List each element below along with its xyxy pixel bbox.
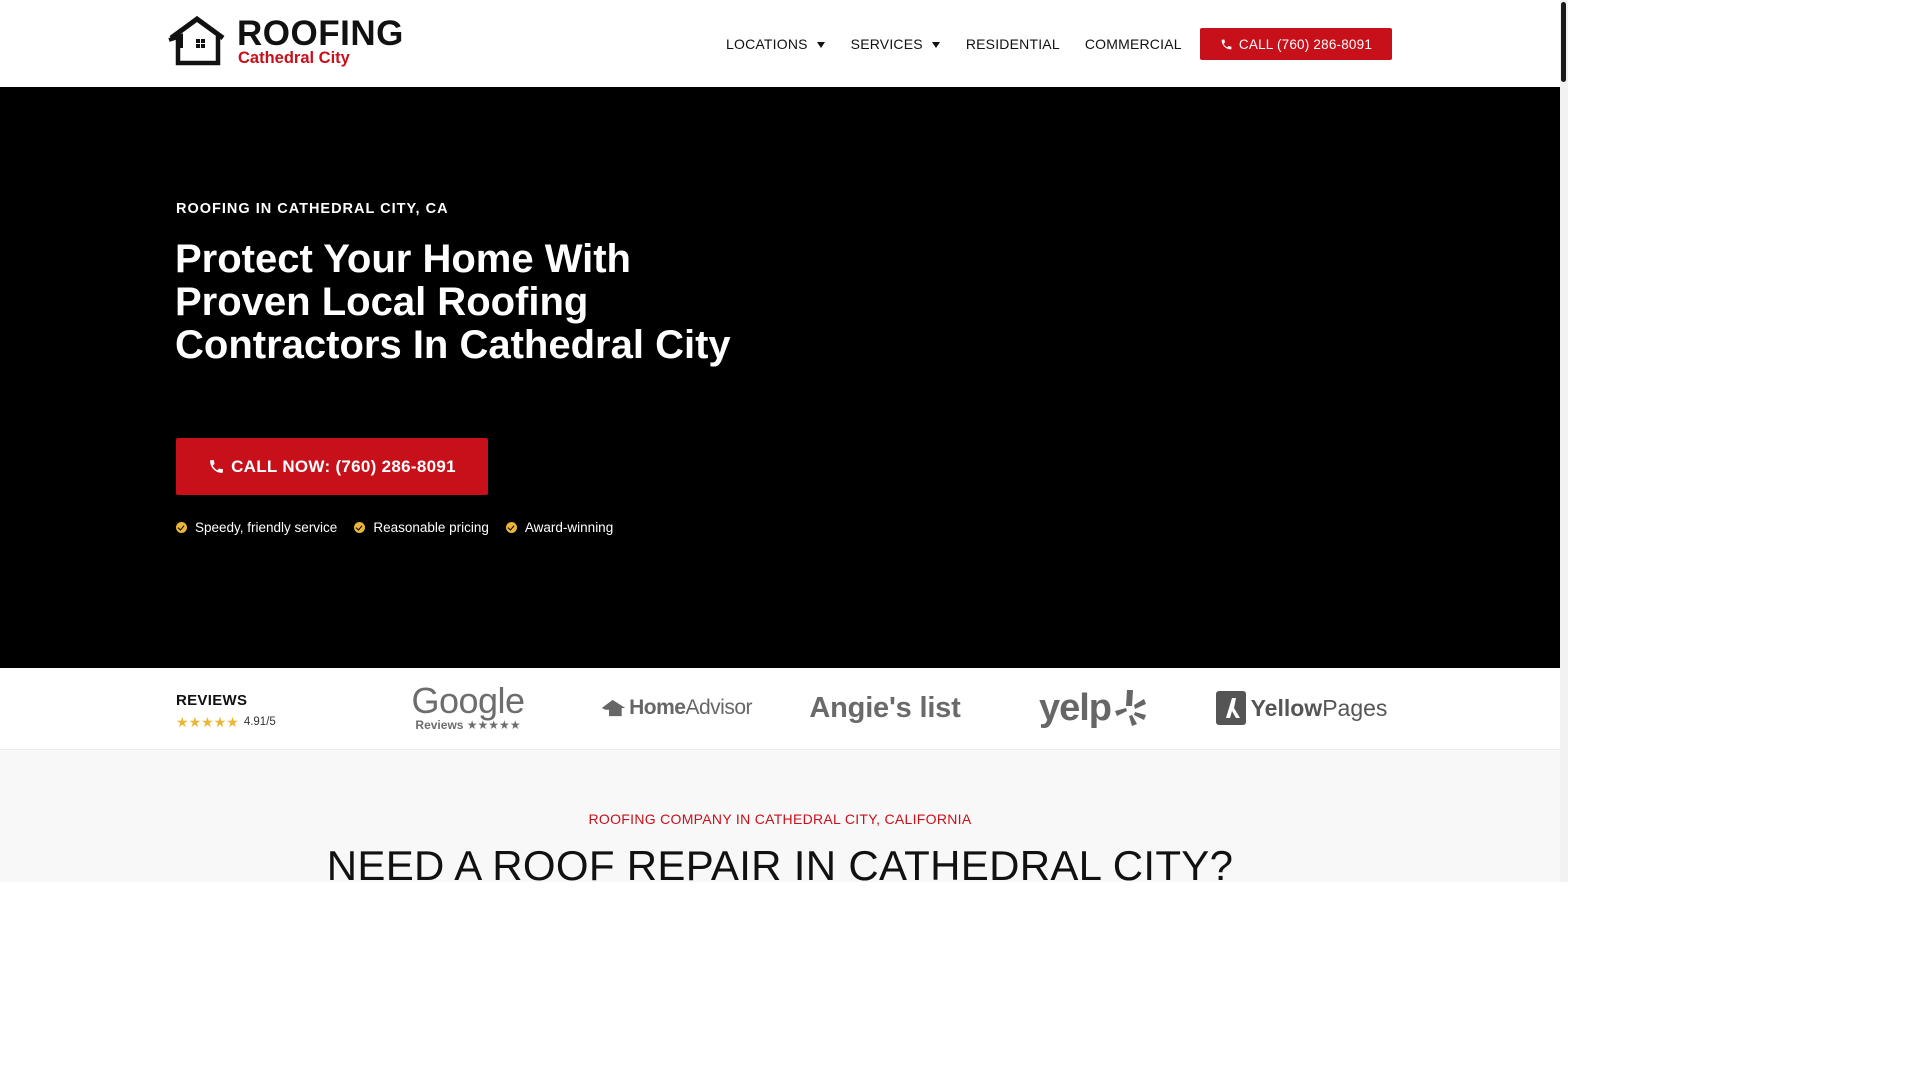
hero-eyebrow: ROOFING IN CATHEDRAL CITY, CA	[176, 201, 449, 217]
header-call-button[interactable]: CALL (760) 286-8091	[1200, 28, 1392, 60]
google-reviews-logo[interactable]: Google Reviews ★★★★★	[411, 680, 525, 734]
angies-wordmark: Angie's list	[809, 691, 961, 724]
nav-item-services[interactable]: SERVICES	[851, 36, 940, 52]
star-icon: ★	[188, 714, 202, 730]
feature-label: Award-winning	[524, 520, 614, 535]
hero-section: ROOFING IN CATHEDRAL CITY, CA Protect Yo…	[0, 87, 1560, 668]
feature-item: Speedy, friendly service	[176, 520, 337, 535]
nav-item-label: COMMERCIAL	[1084, 36, 1182, 52]
star-icon: ★	[201, 714, 214, 730]
reviews-strip: REVIEWS ★ ★ ★ ★ ★ 4.91/5 Google Reviews …	[0, 668, 1560, 750]
reviews-label: REVIEWS	[176, 692, 248, 709]
yelp-wordmark: yelp	[1038, 686, 1112, 729]
check-circle-icon	[354, 522, 366, 533]
check-circle-icon	[176, 522, 187, 533]
house-icon	[168, 16, 225, 66]
phone-icon	[1221, 39, 1232, 49]
home-roof-icon	[601, 699, 626, 717]
section-title: NEED A ROOF REPAIR IN CATHEDRAL CITY?	[326, 842, 1234, 889]
yellowpages-logo[interactable]: Yellow Pages	[1214, 682, 1388, 734]
site-logo[interactable]: ROOFING Cathedral City	[167, 16, 417, 68]
phone-icon	[210, 460, 223, 473]
header-call-label: CALL (760) 286-8091	[1238, 36, 1373, 52]
homeadvisor-logo[interactable]: Home Advisor	[600, 682, 752, 734]
reviews-score: 4.91/5	[243, 716, 276, 728]
feature-label: Speedy, friendly service	[195, 520, 338, 535]
caret-down-icon	[931, 41, 940, 48]
feature-label: Reasonable pricing	[373, 520, 489, 535]
intro-section: ROOFING COMPANY IN CATHEDRAL CITY, CALIF…	[0, 750, 1560, 889]
scrollbar-thumb[interactable]	[1561, 2, 1566, 82]
feature-item: Award-winning	[505, 520, 614, 535]
yellowpages-bold: Yellow	[1250, 694, 1323, 721]
hero-title: Protect Your Home With Proven Local Roof…	[175, 237, 731, 367]
homeadvisor-regular: Advisor	[685, 696, 752, 719]
main-nav: LOCATIONS SERVICES RESIDENTIAL COMMERCIA…	[726, 34, 1182, 54]
logo-title: ROOFING	[237, 14, 404, 53]
star-icon: ★	[226, 714, 239, 730]
google-wordmark: Google	[411, 680, 525, 721]
reviews-rating: ★ ★ ★ ★ ★ 4.91/5	[176, 715, 276, 729]
nav-item-label: SERVICES	[850, 36, 923, 52]
hero-call-label: CALL NOW: (760) 286-8091	[231, 456, 456, 476]
caret-down-icon	[816, 41, 825, 48]
section-eyebrow: ROOFING COMPANY IN CATHEDRAL CITY, CALIF…	[588, 811, 972, 827]
yelp-logo[interactable]: yelp	[1036, 682, 1150, 734]
scrollbar-track[interactable]	[1560, 0, 1568, 882]
homeadvisor-bold: Home	[629, 696, 686, 719]
google-reviews-sub: Reviews ★★★★★	[415, 718, 521, 732]
nav-item-residential[interactable]: RESIDENTIAL	[966, 36, 1060, 52]
star-icon: ★	[176, 714, 189, 730]
walking-fingers-icon	[1215, 691, 1246, 725]
site-header: ROOFING Cathedral City LOCATIONS SERVICE…	[0, 0, 1560, 87]
feature-list: Speedy, friendly service Reasonable pric…	[176, 520, 630, 535]
nav-item-commercial[interactable]: COMMERCIAL	[1085, 36, 1182, 52]
nav-item-label: RESIDENTIAL	[965, 36, 1060, 52]
yelp-burst-icon	[1115, 690, 1147, 726]
logo-subtitle: Cathedral City	[238, 49, 350, 67]
angies-list-logo[interactable]: Angie's list	[804, 682, 966, 734]
hero-call-button[interactable]: CALL NOW: (760) 286-8091	[176, 438, 488, 495]
star-icon: ★	[213, 714, 227, 730]
nav-item-locations[interactable]: LOCATIONS	[726, 36, 825, 52]
nav-item-label: LOCATIONS	[726, 36, 808, 52]
check-circle-icon	[505, 522, 517, 533]
yellowpages-regular: Pages	[1322, 694, 1388, 721]
feature-item: Reasonable pricing	[354, 520, 489, 535]
